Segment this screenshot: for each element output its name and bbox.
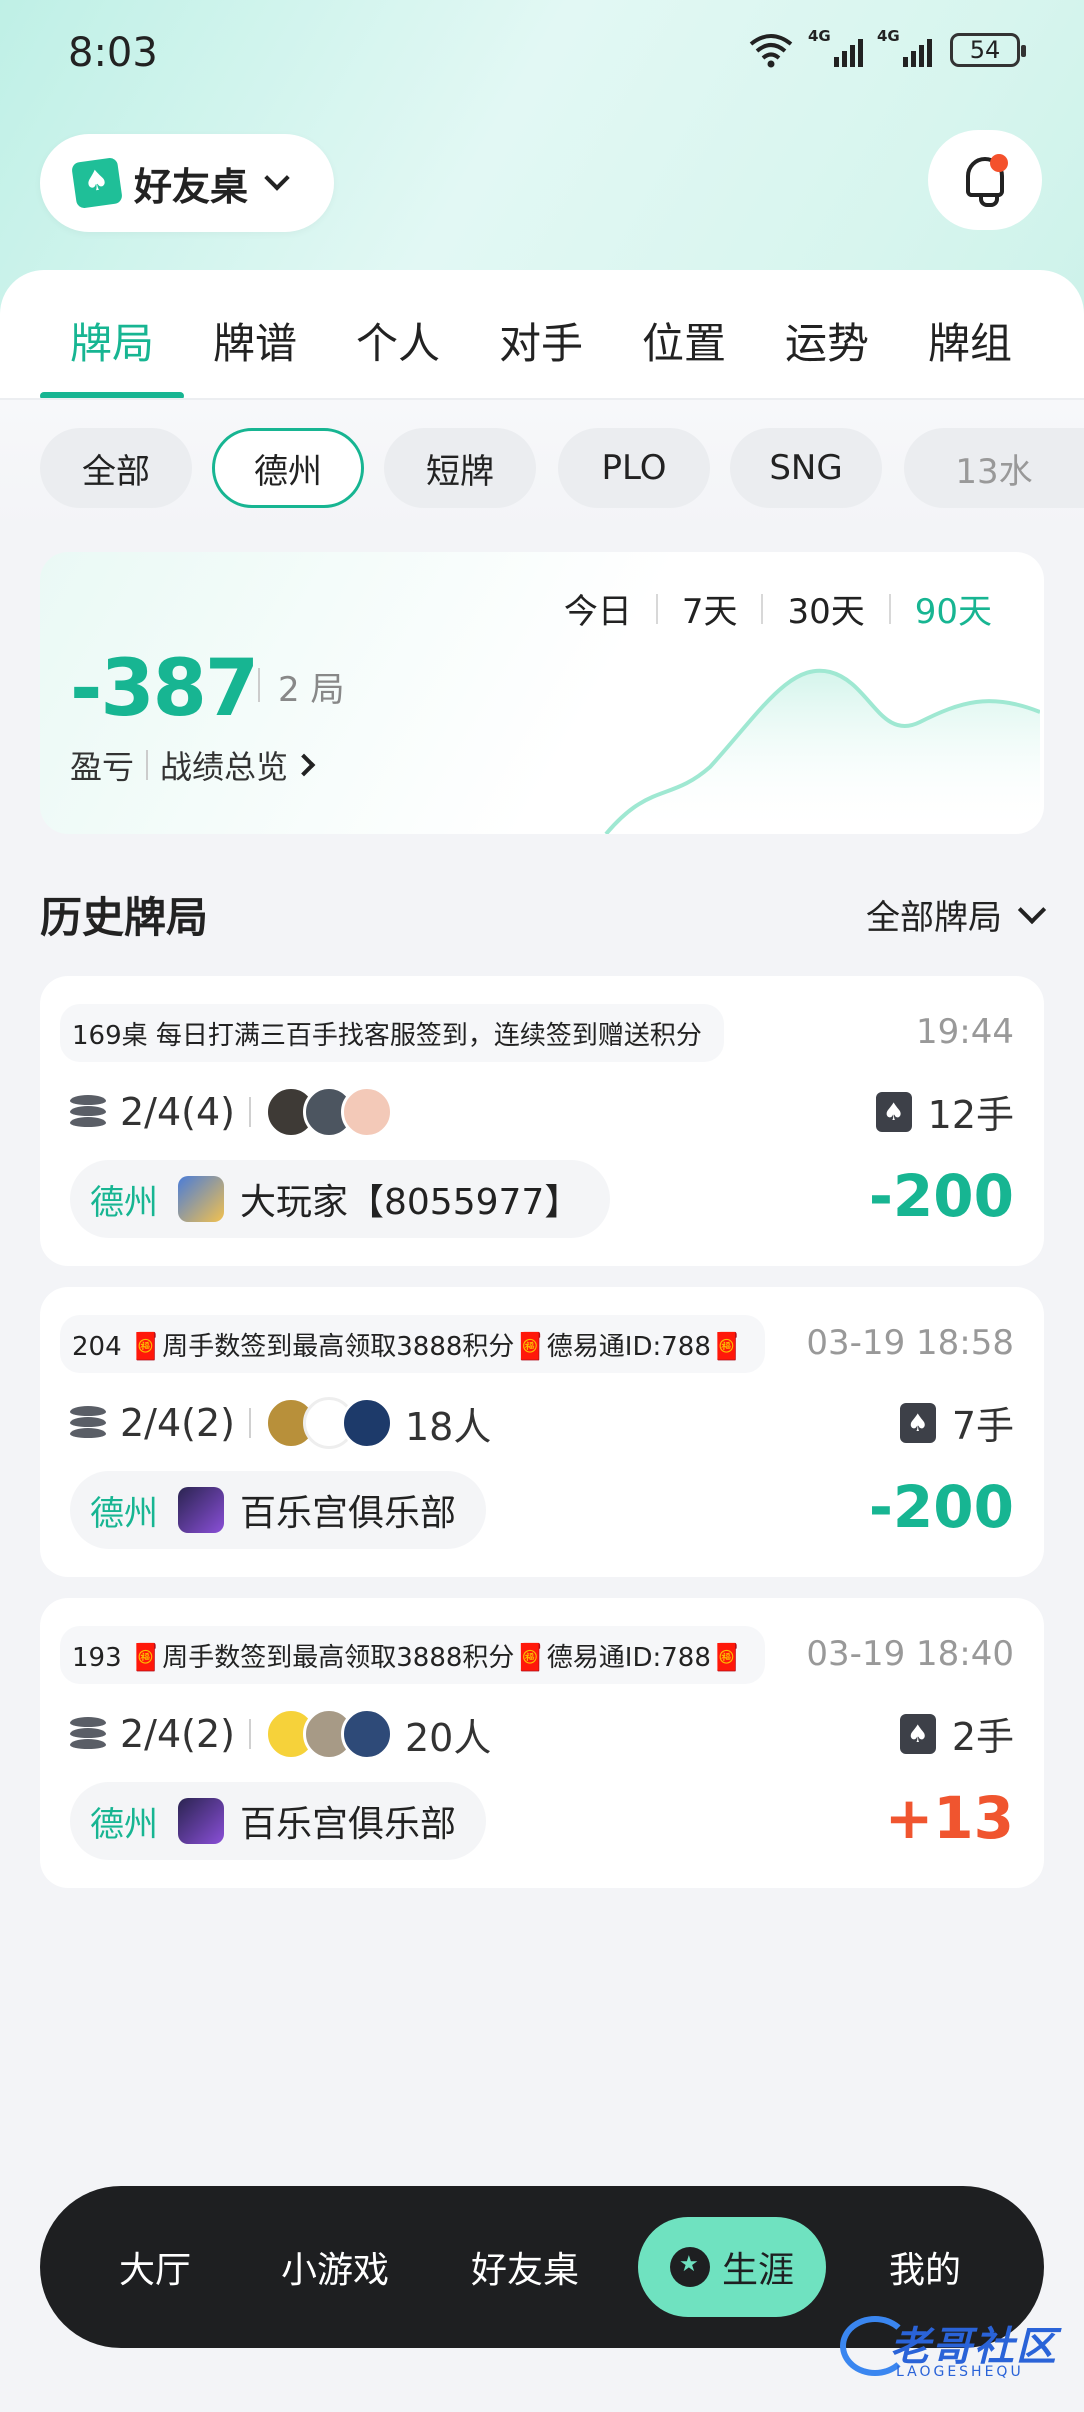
game-card[interactable]: 204 🧧周手数签到最高领取3888积分🧧德易通ID:788🧧 03-19 18… (40, 1287, 1044, 1577)
club-pill: 德州 百乐宫俱乐部 (70, 1782, 487, 1860)
player-count: 18人 (404, 1404, 492, 1449)
nav-mini-games[interactable]: 小游戏 (260, 2186, 410, 2348)
game-time: 19:44 (916, 1012, 1014, 1052)
player-avatars (264, 1708, 393, 1760)
chips-icon (70, 1717, 106, 1751)
game-card[interactable]: 193 🧧周手数签到最高领取3888积分🧧德易通ID:788🧧 03-19 18… (40, 1598, 1044, 1888)
chips-icon (70, 1406, 106, 1440)
hands-count: ♠ 2手 (899, 1706, 1014, 1761)
game-card[interactable]: 169桌 每日打满三百手找客服签到，连续签到赠送积分 19:44 2/4(4) … (40, 976, 1044, 1266)
overview-link[interactable]: 盈亏 战绩总览 (70, 742, 316, 788)
game-type: 德州 (90, 1182, 158, 1223)
signal-icon: 4G (808, 27, 863, 67)
club-name: 百乐宫俱乐部 (240, 1493, 457, 1534)
avatar (340, 1086, 393, 1138)
status-bar: 8:03 4G 4G 54 (0, 0, 1084, 110)
signal-icon: 4G (877, 27, 932, 67)
blinds-row: 2/4(2) 20人 (70, 1704, 491, 1764)
chevron-down-icon (1017, 895, 1047, 924)
battery-icon: 54 (950, 33, 1026, 67)
tab-games[interactable]: 牌局 (52, 310, 172, 371)
overview-link-text: 战绩总览 (160, 748, 289, 786)
status-icons: 4G 4G 54 (748, 27, 1026, 68)
medal-icon (670, 2247, 710, 2287)
spade-card-icon: ♠ (899, 1713, 936, 1754)
player-count: 20人 (404, 1715, 492, 1760)
room-name: 204 🧧周手数签到最高领取3888积分🧧德易通ID:788🧧 (60, 1315, 766, 1373)
tab-personal[interactable]: 个人 (338, 310, 458, 371)
club-logo (178, 1176, 224, 1222)
room-name: 169桌 每日打满三百手找客服签到，连续签到赠送积分 (60, 1004, 724, 1062)
active-tab-indicator (40, 392, 184, 400)
hands-count: ♠ 12手 (875, 1084, 1014, 1139)
nav-lobby[interactable]: 大厅 (90, 2186, 220, 2348)
watermark-logo: 老哥社区 LAOGESHEQU (840, 2312, 1070, 2392)
main-tabs: 牌局 牌谱 个人 对手 位置 运势 牌组 (0, 270, 1084, 400)
player-avatars (264, 1397, 393, 1449)
range-selector: 今日 7天 30天 90天 (540, 584, 1016, 633)
nav-friend-table[interactable]: 好友桌 (450, 2186, 600, 2348)
filter-short-deck[interactable]: 短牌 (384, 428, 536, 508)
range-90d[interactable]: 90天 (891, 584, 1016, 633)
total-pnl: -387 (70, 644, 259, 734)
filter-holdem[interactable]: 德州 (212, 428, 364, 508)
game-result: +13 (884, 1784, 1014, 1852)
avatar (340, 1708, 393, 1760)
filter-all[interactable]: 全部 (40, 428, 192, 508)
game-type: 德州 (90, 1804, 158, 1845)
filter-sng[interactable]: SNG (730, 428, 882, 508)
tab-card-groups[interactable]: 牌组 (910, 310, 1030, 371)
game-time: 03-19 18:40 (806, 1634, 1014, 1674)
card-spade-icon (71, 157, 123, 209)
chevron-right-icon (292, 753, 316, 777)
club-pill: 德州 大玩家【8055977】 (70, 1160, 611, 1238)
spade-card-icon: ♠ (875, 1091, 912, 1132)
chevron-down-icon (264, 165, 290, 191)
tab-hand-history[interactable]: 牌谱 (195, 310, 315, 371)
game-result: -200 (868, 1473, 1014, 1541)
status-time: 8:03 (68, 30, 158, 76)
nav-career[interactable]: 生涯 (638, 2217, 826, 2317)
pnl-label: 盈亏 (70, 748, 135, 786)
wifi-icon (749, 34, 793, 68)
club-name: 大玩家【8055977】 (240, 1182, 581, 1223)
game-type: 德州 (90, 1493, 158, 1534)
avatar (340, 1397, 393, 1449)
game-result: -200 (868, 1162, 1014, 1230)
trend-chart (604, 668, 1040, 834)
club-logo (178, 1798, 224, 1844)
club-pill: 德州 百乐宫俱乐部 (70, 1471, 487, 1549)
notification-button[interactable] (928, 130, 1042, 230)
tab-position[interactable]: 位置 (624, 310, 744, 371)
blinds: 2/4(2) (120, 1712, 235, 1756)
player-avatars (264, 1086, 393, 1138)
blinds: 2/4(2) (120, 1401, 235, 1445)
blinds-row: 2/4(4) (70, 1082, 393, 1142)
blinds: 2/4(4) (120, 1090, 235, 1134)
blinds-row: 2/4(2) 18人 (70, 1393, 491, 1453)
game-type-filters: 全部 德州 短牌 PLO SNG 13水 (0, 400, 1084, 530)
history-filter-dropdown[interactable]: 全部牌局 (866, 890, 1047, 939)
range-30d[interactable]: 30天 (763, 584, 888, 633)
notification-dot (990, 154, 1008, 172)
tab-luck[interactable]: 运势 (767, 310, 887, 371)
club-switcher[interactable]: 好友桌 (40, 134, 334, 232)
club-logo (178, 1487, 224, 1533)
history-title: 历史牌局 (40, 893, 209, 942)
room-name: 193 🧧周手数签到最高领取3888积分🧧德易通ID:788🧧 (60, 1626, 766, 1684)
tab-opponents[interactable]: 对手 (481, 310, 601, 371)
hands-count: ♠ 7手 (899, 1395, 1014, 1450)
game-time: 03-19 18:58 (806, 1323, 1014, 1363)
chips-icon (70, 1095, 106, 1129)
games-count: 2 局 (278, 670, 345, 710)
club-name: 百乐宫俱乐部 (240, 1804, 457, 1845)
filter-13-cards[interactable]: 13水 (904, 428, 1084, 508)
range-7d[interactable]: 7天 (658, 584, 762, 633)
filter-plo[interactable]: PLO (558, 428, 710, 508)
spade-card-icon: ♠ (899, 1402, 936, 1443)
range-today[interactable]: 今日 (540, 584, 656, 633)
summary-card: 今日 7天 30天 90天 -387 2 局 盈亏 战绩总览 (40, 552, 1044, 834)
club-title: 好友桌 (134, 164, 249, 209)
